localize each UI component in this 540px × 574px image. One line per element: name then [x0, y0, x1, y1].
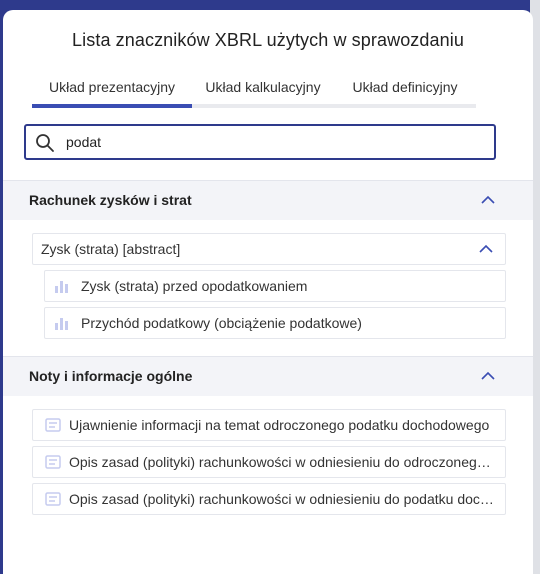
text-block-icon [45, 455, 61, 469]
chevron-up-icon[interactable] [479, 244, 493, 254]
dialog-title: Lista znaczników XBRL użytych w sprawozd… [72, 30, 464, 50]
item-label: Opis zasad (polityki) rachunkowości w od… [69, 491, 497, 507]
section-label: Noty i informacje ogólne [29, 368, 193, 384]
tab-calculation[interactable]: Układ kalkulacyjny [192, 70, 334, 104]
item-label: Zysk (strata) przed opodatkowaniem [81, 278, 308, 294]
item-label: Opis zasad (polityki) rachunkowości w od… [69, 454, 497, 470]
search-box [24, 124, 496, 160]
group-label: Zysk (strata) [abstract] [41, 241, 181, 257]
list-item[interactable]: Opis zasad (polityki) rachunkowości w od… [32, 483, 506, 515]
layout-tabs: Układ prezentacyjny Układ kalkulacyjny U… [32, 70, 476, 108]
group-row-profit-loss-abstract[interactable]: Zysk (strata) [abstract] [32, 233, 506, 265]
list-item[interactable]: Ujawnienie informacji na temat odroczone… [32, 409, 506, 441]
item-label: Ujawnienie informacji na temat odroczone… [69, 417, 490, 433]
tab-presentation[interactable]: Układ prezentacyjny [32, 70, 192, 104]
item-label: Przychód podatkowy (obciążenie podatkowe… [81, 315, 362, 331]
chevron-up-icon[interactable] [481, 195, 495, 205]
xbrl-tags-dialog: Lista znaczników XBRL użytych w sprawozd… [3, 10, 533, 574]
text-block-icon [45, 418, 61, 432]
list-item[interactable]: Przychód podatkowy (obciążenie podatkowe… [44, 307, 506, 339]
chevron-up-icon[interactable] [481, 371, 495, 381]
search-icon [36, 134, 54, 152]
bar-chart-icon [55, 281, 68, 293]
tab-definition[interactable]: Układ definicyjny [334, 70, 476, 104]
active-tab-indicator [32, 104, 192, 108]
text-block-icon [45, 492, 61, 506]
bar-chart-icon [55, 318, 68, 330]
section-label: Rachunek zysków i strat [29, 192, 192, 208]
section-header-income-statement[interactable]: Rachunek zysków i strat [3, 180, 533, 220]
search-input[interactable] [66, 126, 486, 158]
list-item[interactable]: Opis zasad (polityki) rachunkowości w od… [32, 446, 506, 478]
list-item[interactable]: Zysk (strata) przed opodatkowaniem [44, 270, 506, 302]
section-header-notes[interactable]: Noty i informacje ogólne [3, 356, 533, 396]
